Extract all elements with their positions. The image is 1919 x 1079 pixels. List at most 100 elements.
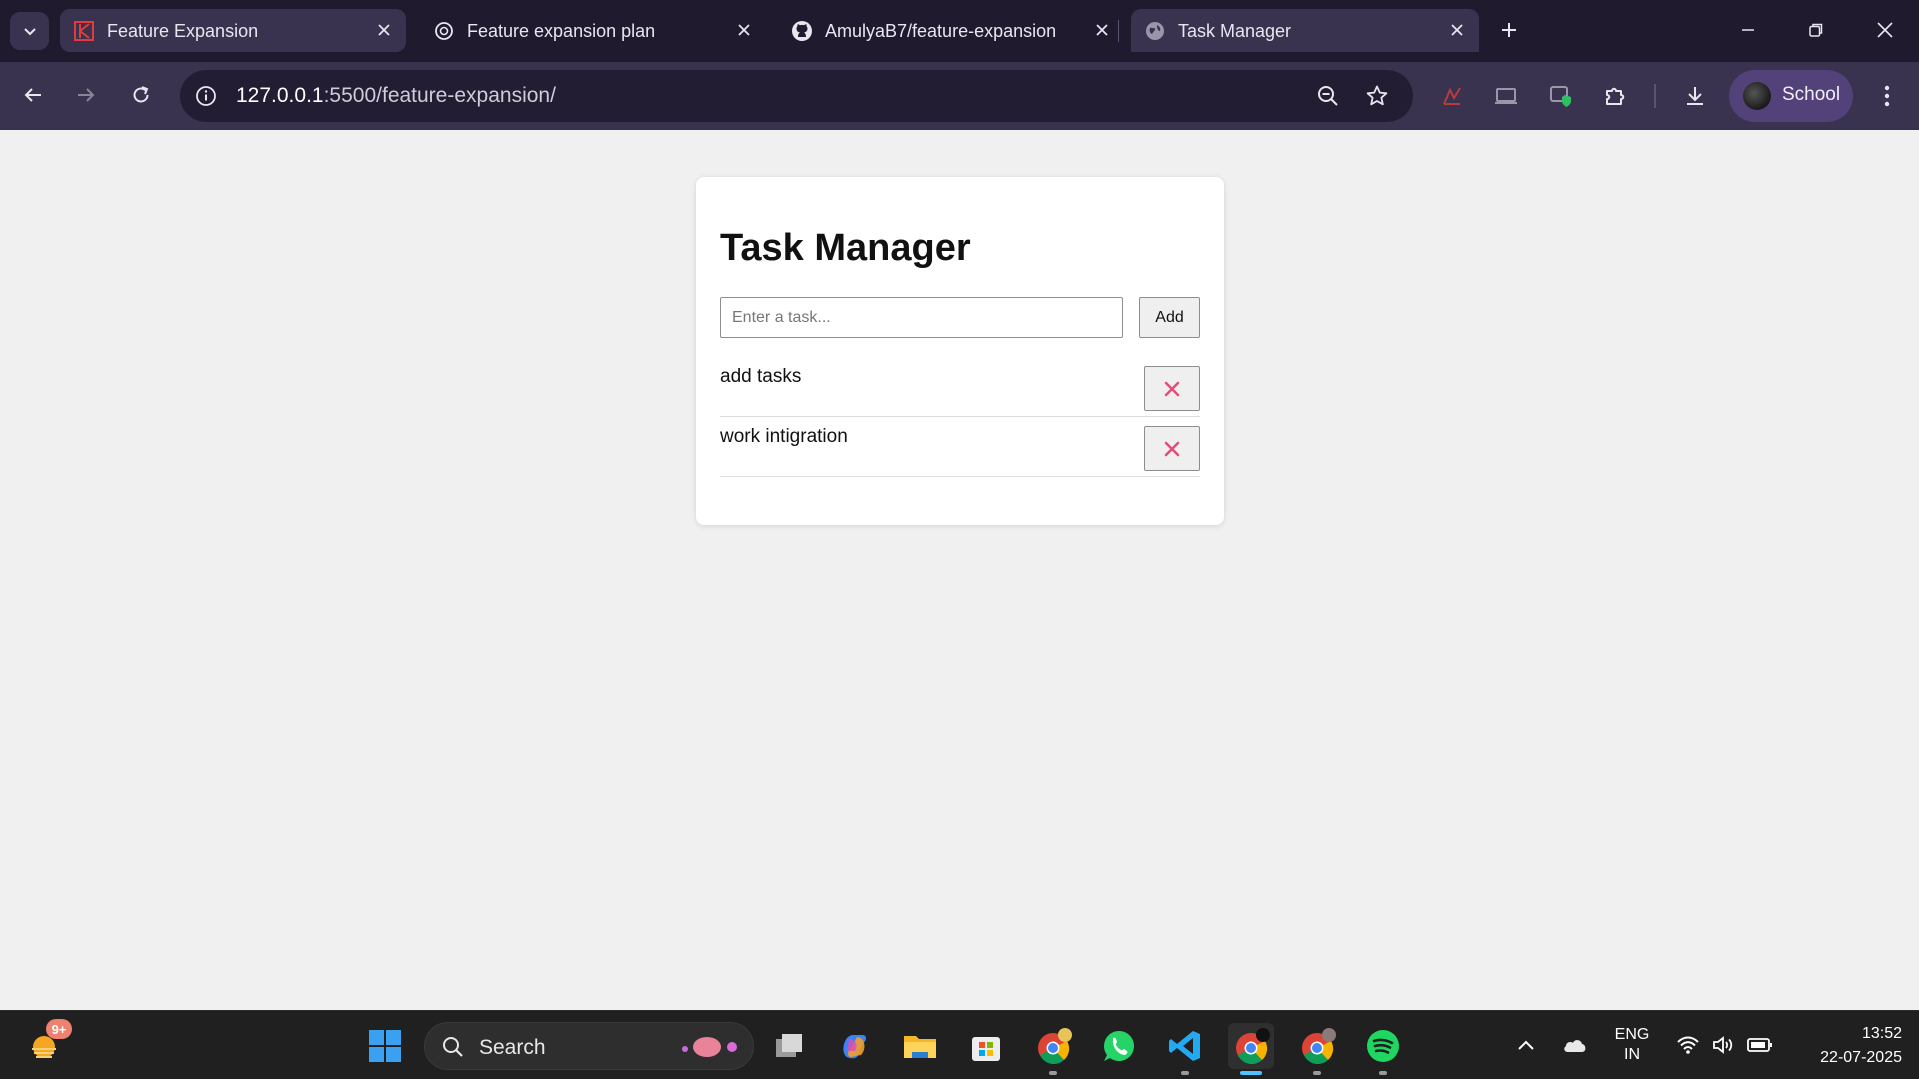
- close-icon: [1164, 441, 1180, 456]
- cast-button[interactable]: [1490, 80, 1522, 112]
- window-close-button[interactable]: [1868, 14, 1902, 46]
- battery-icon: [1747, 1038, 1772, 1052]
- running-indicator: [1049, 1071, 1057, 1075]
- taskbar-search[interactable]: Search: [424, 1022, 754, 1070]
- extension-pdf-button[interactable]: [1436, 80, 1468, 112]
- url-text: 127.0.0.1:5500/feature-expansion/: [236, 84, 556, 108]
- running-indicator: [1379, 1071, 1387, 1075]
- address-bar[interactable]: 127.0.0.1:5500/feature-expansion/: [180, 70, 1413, 122]
- taskbar-copilot[interactable]: [831, 1023, 877, 1069]
- avatar: [1743, 82, 1771, 110]
- language-indicator[interactable]: ENG IN: [1612, 1025, 1652, 1065]
- taskbar-task-view[interactable]: [766, 1023, 812, 1069]
- tab-title: Feature Expansion: [107, 21, 259, 41]
- start-button[interactable]: [362, 1023, 408, 1069]
- close-icon[interactable]: [1092, 20, 1112, 40]
- chevron-up-icon: [1518, 1040, 1534, 1050]
- downloads-button[interactable]: [1679, 80, 1711, 112]
- taskbar-whatsapp[interactable]: [1096, 1023, 1142, 1069]
- new-tab-button[interactable]: [1494, 15, 1524, 45]
- reload-icon: [133, 86, 149, 103]
- taskbar-spotify[interactable]: [1360, 1023, 1406, 1075]
- windows-logo-icon: [369, 1030, 401, 1062]
- taskbar-chrome-profile-3[interactable]: [1294, 1023, 1340, 1075]
- extensions-button[interactable]: [1599, 80, 1631, 112]
- tray-overflow-button[interactable]: [1512, 1031, 1540, 1059]
- copilot-icon: [843, 1035, 866, 1059]
- back-button[interactable]: [14, 76, 52, 114]
- clock-time: 13:52: [1861, 1025, 1902, 1042]
- restore-icon: [1809, 23, 1823, 37]
- star-icon: [1366, 85, 1388, 106]
- pdf-extension-icon: [1443, 87, 1461, 105]
- wifi-icon: [1677, 1036, 1699, 1054]
- speaker-icon: [1713, 1036, 1733, 1054]
- tab-title: Feature expansion plan: [467, 21, 656, 41]
- volume-button[interactable]: [1710, 1031, 1738, 1059]
- minimize-button[interactable]: [1731, 14, 1765, 46]
- forward-button[interactable]: [67, 76, 105, 114]
- laptop-icon: [1495, 88, 1517, 104]
- list-item: add tasks: [720, 357, 1200, 417]
- delete-task-button[interactable]: [1144, 426, 1200, 471]
- brain-sparkle-icon: [682, 1037, 737, 1057]
- chrome-icon: [1302, 1028, 1336, 1065]
- tab-task-manager[interactable]: Task Manager: [1131, 9, 1479, 52]
- zoom-out-icon: [1318, 86, 1338, 106]
- tab-github-repo[interactable]: AmulyaB7/feature-expansion: [778, 9, 1124, 52]
- notification-badge: 9+: [46, 1019, 72, 1039]
- download-icon: [1687, 87, 1703, 105]
- delete-task-button[interactable]: [1144, 366, 1200, 411]
- restore-button[interactable]: [1799, 14, 1833, 46]
- chevron-down-icon: [23, 28, 36, 36]
- bookmark-button[interactable]: [1363, 82, 1391, 110]
- taskbar-chrome-school[interactable]: [1228, 1023, 1274, 1075]
- close-icon[interactable]: [374, 20, 394, 40]
- chrome-icon: [1236, 1028, 1270, 1065]
- taskbar-vscode[interactable]: [1162, 1023, 1208, 1075]
- language-code: ENG: [1614, 1026, 1650, 1043]
- store-icon: [972, 1037, 1000, 1061]
- clock-date: 22-07-2025: [1820, 1049, 1902, 1066]
- taskbar-microsoft-store[interactable]: [963, 1023, 1009, 1069]
- minimize-icon: [1742, 29, 1754, 31]
- info-icon[interactable]: [192, 82, 220, 110]
- add-task-button[interactable]: Add: [1139, 297, 1200, 338]
- zoom-button[interactable]: [1314, 82, 1342, 110]
- task-view-icon: [776, 1034, 802, 1057]
- tab-feature-expansion-plan[interactable]: Feature expansion plan: [420, 9, 766, 52]
- task-manager-card: Task Manager Add add tasks work intigrat…: [696, 177, 1224, 525]
- browser-tab-strip: Feature Expansion Feature expansion plan…: [0, 0, 1919, 62]
- shield-icon: [1550, 86, 1571, 107]
- taskbar-chrome-profile-1[interactable]: [1030, 1023, 1076, 1075]
- browser-menu-button[interactable]: [1870, 76, 1904, 116]
- github-icon: [791, 20, 813, 42]
- tab-title: AmulyaB7/feature-expansion: [825, 21, 1057, 41]
- url-path: :5500/feature-expansion/: [323, 84, 556, 107]
- security-extension-button[interactable]: [1545, 80, 1577, 112]
- red-k-icon: [73, 20, 95, 42]
- region-code: IN: [1624, 1046, 1640, 1063]
- arrow-left-icon: [24, 88, 41, 102]
- task-input[interactable]: [720, 297, 1123, 338]
- folder-icon: [904, 1036, 936, 1058]
- spotify-icon: [1367, 1030, 1399, 1062]
- tab-feature-expansion[interactable]: Feature Expansion: [60, 9, 406, 52]
- browser-toolbar: 127.0.0.1:5500/feature-expansion/ School: [0, 62, 1919, 130]
- clock[interactable]: 13:52 22-07-2025: [1790, 1022, 1902, 1070]
- task-text: add tasks: [720, 366, 802, 387]
- search-icon: [443, 1037, 463, 1057]
- toolbar-divider: [1654, 84, 1656, 108]
- reload-button[interactable]: [122, 76, 160, 114]
- battery-button[interactable]: [1746, 1031, 1774, 1059]
- close-icon[interactable]: [1447, 20, 1467, 40]
- close-icon[interactable]: [734, 20, 754, 40]
- chrome-icon: [1038, 1028, 1072, 1065]
- taskbar-file-explorer[interactable]: [897, 1023, 943, 1069]
- wifi-button[interactable]: [1674, 1031, 1702, 1059]
- tab-search-button[interactable]: [10, 12, 49, 50]
- url-host: 127.0.0.1: [236, 84, 324, 107]
- onedrive-button[interactable]: [1561, 1031, 1589, 1059]
- search-label: Search: [479, 1036, 546, 1059]
- profile-button[interactable]: School: [1729, 70, 1853, 122]
